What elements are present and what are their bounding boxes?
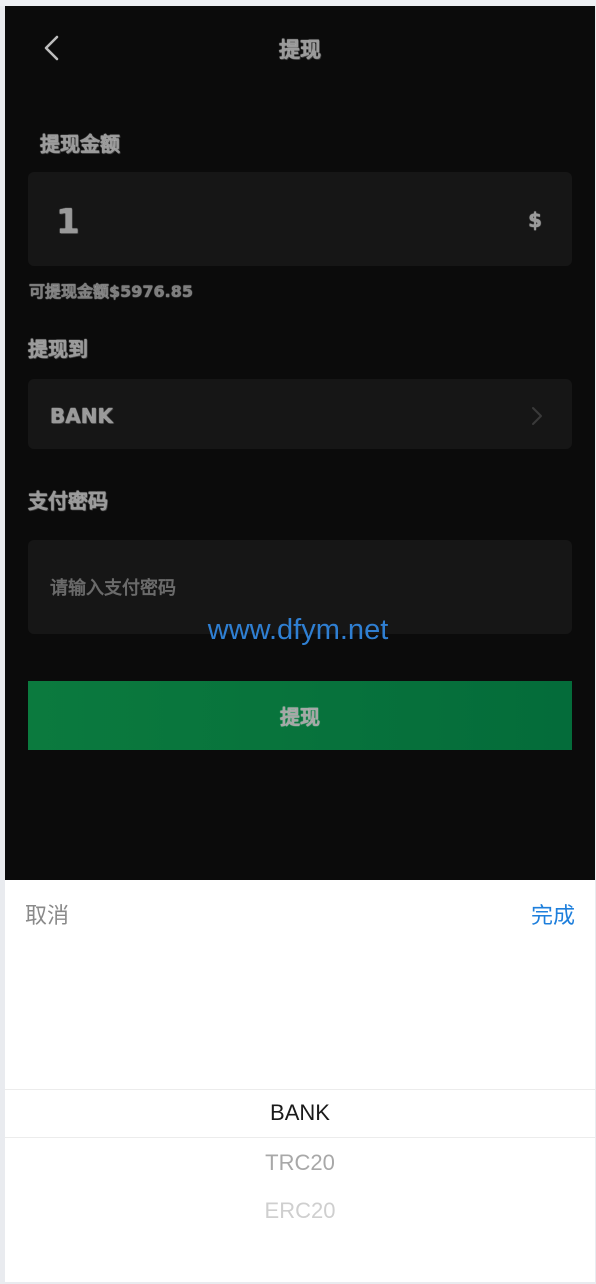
picker-bottom-line [5, 1137, 595, 1138]
picker-option-bank[interactable]: BANK [5, 1100, 595, 1126]
picker-option-erc20[interactable]: ERC20 [5, 1198, 595, 1224]
picker-sheet: 取消 完成 BANK TRC20 ERC20 [5, 880, 595, 1282]
amount-field[interactable]: 1 $ [28, 172, 572, 266]
amount-value: 1 [56, 202, 80, 242]
watermark: www.dfym.net [207, 614, 389, 646]
page-title: 提现 [279, 38, 321, 62]
confirm-button[interactable]: 完成 [531, 898, 575, 930]
password-input[interactable] [50, 568, 530, 608]
withdraw-screen: 提现 提现金额 1 $ 可提现金额$5976.85 提现到 BANK 支付密码 … [5, 6, 595, 880]
method-label: 提现到 [28, 337, 88, 361]
currency-symbol: $ [528, 208, 542, 232]
method-value: BANK [50, 404, 113, 428]
amount-label: 提现金额 [40, 132, 120, 156]
submit-button[interactable]: 提现 [28, 681, 572, 750]
picker-top-line [5, 1089, 595, 1090]
available-balance: 可提现金额$5976.85 [29, 282, 194, 301]
password-label: 支付密码 [28, 489, 108, 513]
method-selector[interactable]: BANK [28, 379, 572, 449]
chevron-right-icon [532, 407, 542, 425]
submit-label: 提现 [280, 705, 320, 729]
cancel-button[interactable]: 取消 [25, 898, 69, 930]
picker-option-trc20[interactable]: TRC20 [5, 1150, 595, 1176]
